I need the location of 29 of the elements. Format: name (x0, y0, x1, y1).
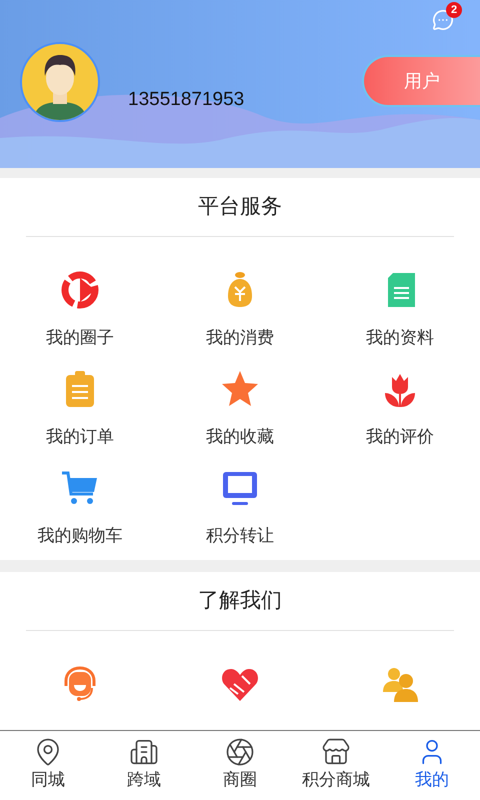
play-icon (60, 270, 100, 310)
menu-item[interactable]: 我的消费 (160, 250, 320, 349)
section-title: 平台服务 (198, 194, 282, 220)
menu-item-label: 我的圈子 (46, 328, 114, 348)
menu-item-label: 我的收藏 (206, 427, 274, 447)
tab[interactable]: 跨域 (96, 731, 192, 800)
menu-item-label: 我的资料 (366, 328, 434, 348)
tab[interactable]: 同城 (0, 731, 96, 800)
menu-item[interactable]: 我的圈子 (0, 250, 160, 349)
menu-item-label: 我的订单 (46, 427, 114, 447)
star-icon (220, 369, 260, 409)
menu-item[interactable]: 我的订单 (0, 349, 160, 448)
phone-number: 13551871953 (128, 88, 244, 112)
menu-item[interactable]: 我的购物车 (0, 448, 160, 547)
menu-item-label: 我的评价 (366, 427, 434, 447)
menu-item-label: 积分转让 (206, 526, 274, 546)
section-title: 了解我们 (198, 588, 282, 614)
menu-item[interactable]: 我的资料 (320, 250, 480, 349)
menu-item-label: 我的消费 (206, 328, 274, 348)
tab[interactable]: 商圈 (192, 731, 288, 800)
tab[interactable]: 我的 (384, 731, 480, 800)
menu-item-label: 我的购物车 (38, 526, 122, 546)
menu-item[interactable]: 我的收藏 (160, 349, 320, 448)
building-icon[interactable] (129, 737, 159, 767)
menu-item[interactable]: 积分转让 (160, 448, 320, 547)
aperture-icon[interactable] (225, 737, 255, 767)
menu-item[interactable]: 我的评价 (320, 349, 480, 448)
tab[interactable]: 积分商城 (288, 731, 384, 800)
store-icon[interactable] (321, 737, 351, 767)
